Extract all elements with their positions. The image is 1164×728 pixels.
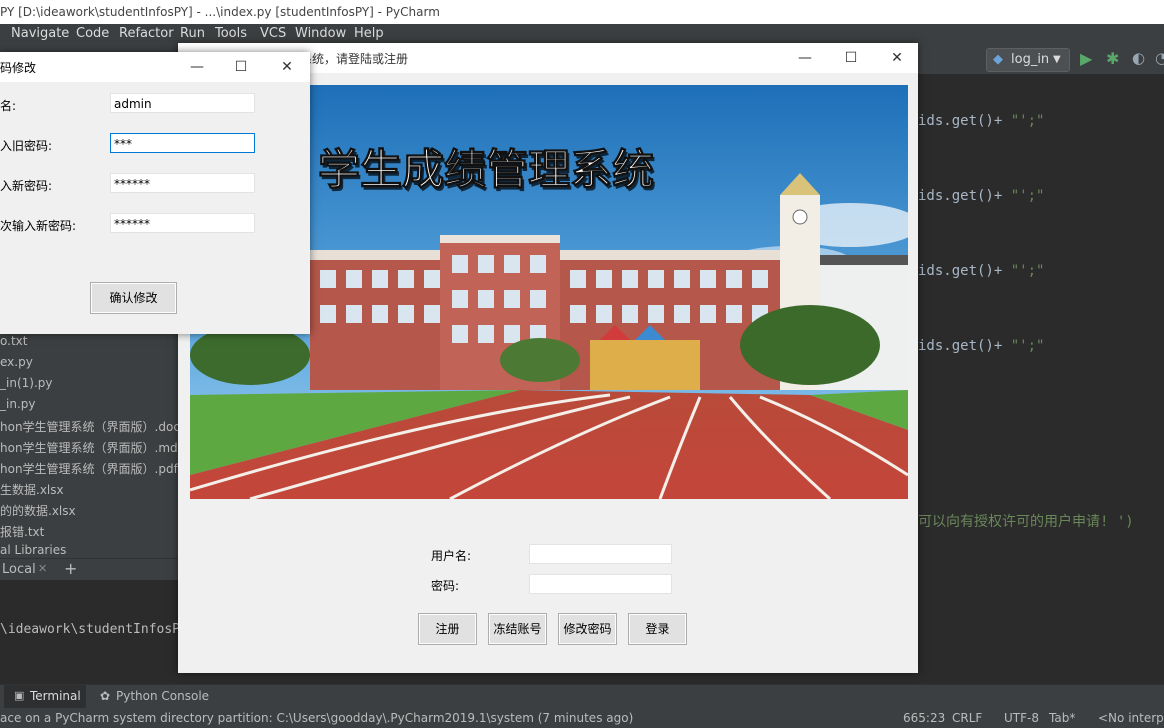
run-config-label: log_in (1011, 52, 1050, 67)
tool-tab-terminal[interactable]: ▣ Terminal (4, 685, 86, 709)
coverage-icon[interactable]: ◐ (1132, 49, 1145, 67)
terminal-output[interactable]: \ideawork\studentInfosP (0, 580, 181, 684)
terminal-icon: ▣ (14, 689, 25, 702)
dialog-title: 码修改 (0, 61, 37, 75)
minimize-icon[interactable]: — (174, 52, 220, 82)
project-panel: o.txt ex.py _in(1).py _in.py hon学生管理系统（界… (0, 330, 187, 558)
indent-setting[interactable]: Tab* (1049, 708, 1075, 728)
new-password-label: 入新密码: (0, 179, 53, 193)
old-password-label: 入旧密码: (0, 139, 53, 153)
code-line: ids.get()+ (918, 188, 1003, 204)
code-string: "';" (1002, 263, 1045, 279)
code-line: ids.get()+ (918, 113, 1003, 129)
code-editor[interactable]: ids.get()+ "';" ids.get()+ "';" ids.get(… (910, 75, 1164, 555)
code-string: "';" (1002, 113, 1045, 129)
menu-tools[interactable]: Tools (215, 24, 247, 44)
tool-window-bar: ▣ Terminal ✿ Python Console (0, 684, 1164, 709)
file-encoding[interactable]: UTF-8 (1004, 708, 1039, 728)
new-password-input[interactable]: ****** (110, 173, 255, 193)
menu-code[interactable]: Code (76, 24, 109, 44)
project-file[interactable]: 的的数据.xlsx (0, 502, 76, 519)
username-input[interactable] (529, 544, 672, 564)
status-message: ace on a PyCharm system directory partit… (0, 711, 634, 725)
project-file[interactable]: hon学生管理系统（界面版）.pdf (0, 460, 178, 477)
interpreter-status[interactable]: <No interpr (1098, 708, 1164, 728)
password-input[interactable] (529, 574, 672, 594)
project-file[interactable]: o.txt (0, 334, 27, 348)
add-tab-icon[interactable]: + (64, 559, 77, 578)
minimize-icon[interactable]: — (782, 43, 828, 73)
project-file[interactable]: hon学生管理系统（界面版）.docx (0, 418, 187, 435)
dialog-username-label: 名: (0, 99, 17, 113)
external-libraries[interactable]: al Libraries (0, 543, 66, 557)
close-icon[interactable]: ✕ (874, 43, 920, 73)
confirm-change-button[interactable]: 确认修改 (90, 282, 177, 314)
python-console-icon: ✿ (100, 689, 111, 703)
terminal-prompt: \ideawork\studentInfosP (0, 622, 181, 637)
terminal-tab-strip: Local ✕ + (0, 558, 178, 581)
code-line: ids.get()+ (918, 338, 1003, 354)
menu-navigate[interactable]: Navigate (11, 24, 69, 44)
menu-vcs[interactable]: VCS (260, 24, 286, 44)
close-icon[interactable]: ✕ (264, 52, 310, 82)
register-button[interactable]: 注册 (418, 613, 477, 645)
caret-position[interactable]: 665:23 (903, 708, 945, 728)
menu-run[interactable]: Run (180, 24, 205, 44)
project-file[interactable]: 报错.txt (0, 523, 44, 540)
project-file[interactable]: ex.py (0, 355, 33, 369)
code-line: ids.get()+ (918, 263, 1003, 279)
python-icon: ◆ (993, 52, 1003, 67)
project-file[interactable]: hon学生管理系统（界面版）.md (0, 439, 178, 456)
chevron-down-icon: ▼ (1053, 54, 1061, 65)
menu-bar: Navigate Code Refactor Run Tools VCS Win… (0, 24, 1164, 44)
change-password-dialog: 码修改 — ☐ ✕ 名: admin 入旧密码: *** 入新密码: *****… (0, 52, 310, 334)
username-label: 用户名: (431, 549, 472, 563)
project-file[interactable]: 生数据.xlsx (0, 481, 64, 498)
line-separator[interactable]: CRLF (952, 708, 982, 728)
status-bar: ace on a PyCharm system directory partit… (0, 708, 1164, 728)
dialog-titlebar[interactable]: 码修改 — ☐ ✕ (0, 52, 310, 82)
login-button[interactable]: 登录 (628, 613, 687, 645)
dialog-username-input[interactable]: admin (110, 93, 255, 113)
maximize-icon[interactable]: ☐ (828, 43, 874, 73)
old-password-input[interactable]: *** (110, 133, 255, 153)
banner-title: 学生成绩管理系统 (318, 145, 654, 194)
confirm-password-input[interactable]: ****** (110, 213, 255, 233)
ide-title-bar: PY [D:\ideawork\studentInfosPY] - ...\in… (0, 0, 1164, 24)
project-file[interactable]: _in.py (0, 397, 35, 411)
password-label: 密码: (431, 579, 460, 593)
maximize-icon[interactable]: ☐ (218, 52, 264, 82)
tool-tab-label: Terminal (30, 689, 81, 703)
debug-icon[interactable]: ✱ (1106, 49, 1119, 68)
run-icon[interactable]: ▶ (1080, 49, 1092, 68)
code-string: 可以向有授权许可的用户申请! ') (918, 514, 1134, 530)
tool-tab-python-console[interactable]: Python Console (116, 689, 209, 703)
change-password-button[interactable]: 修改密码 (558, 613, 617, 645)
menu-window[interactable]: Window (295, 24, 346, 44)
ide-title: PY [D:\ideawork\studentInfosPY] - ...\in… (0, 5, 440, 19)
run-config-select[interactable]: ◆ log_in ▼ (986, 48, 1070, 72)
menu-help[interactable]: Help (354, 24, 384, 44)
profile-icon[interactable]: ◔ (1155, 49, 1164, 67)
code-string: "';" (1002, 188, 1045, 204)
close-icon[interactable]: ✕ (38, 562, 47, 575)
project-file[interactable]: _in(1).py (0, 376, 52, 390)
menu-refactor[interactable]: Refactor (119, 24, 174, 44)
freeze-account-button[interactable]: 冻结账号 (488, 613, 547, 645)
confirm-password-label: 次输入新密码: (0, 219, 77, 233)
code-string: "';" (1002, 338, 1045, 354)
terminal-tab-local[interactable]: Local (2, 562, 36, 577)
